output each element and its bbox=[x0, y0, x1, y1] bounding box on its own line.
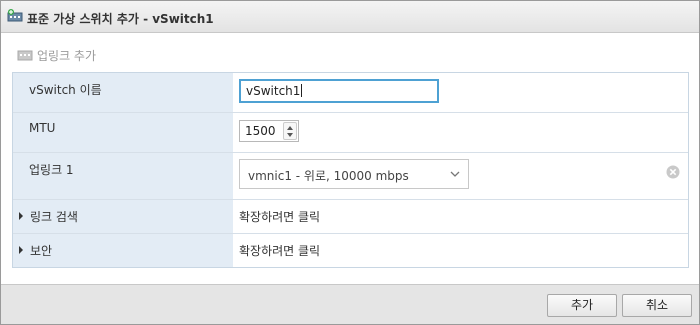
name-label: vSwitch 이름 bbox=[29, 83, 102, 97]
uplink1-label: 업링크 1 bbox=[29, 163, 74, 177]
security-value[interactable]: 확장하려면 클릭 bbox=[239, 242, 320, 259]
expand-caret-icon[interactable] bbox=[19, 212, 23, 220]
property-row-mtu: MTU 1500 bbox=[13, 113, 688, 153]
property-row-name: vSwitch 이름 vSwitch1 bbox=[13, 73, 688, 113]
vswitch-icon bbox=[7, 9, 23, 22]
dialog-title: 표준 가상 스위치 추가 - vSwitch1 bbox=[27, 12, 214, 26]
link-discovery-label: 링크 검색 bbox=[30, 210, 78, 224]
dialog-titlebar: 표준 가상 스위치 추가 - vSwitch1 bbox=[1, 1, 699, 33]
remove-uplink-icon[interactable] bbox=[666, 165, 680, 179]
spin-up-icon[interactable] bbox=[287, 126, 293, 130]
mtu-value: 1500 bbox=[245, 124, 276, 138]
uplink1-selected-value: vmnic1 - 위로, 10000 mbps bbox=[248, 169, 409, 183]
security-label: 보안 bbox=[30, 244, 53, 258]
cancel-button[interactable]: 취소 bbox=[622, 294, 692, 317]
add-uplink-icon bbox=[17, 50, 33, 61]
mtu-label: MTU bbox=[29, 121, 56, 135]
vswitch-name-input[interactable]: vSwitch1 bbox=[239, 79, 439, 103]
uplink1-select[interactable]: vmnic1 - 위로, 10000 mbps bbox=[239, 159, 469, 189]
add-standard-vswitch-dialog: 표준 가상 스위치 추가 - vSwitch1 업링크 추가 vSwitch 이… bbox=[0, 0, 700, 325]
expand-caret-icon[interactable] bbox=[19, 246, 23, 254]
link-discovery-value[interactable]: 확장하려면 클릭 bbox=[239, 208, 320, 225]
property-row-uplink1: 업링크 1 vmnic1 - 위로, 10000 mbps bbox=[13, 153, 688, 200]
add-button[interactable]: 추가 bbox=[547, 294, 617, 317]
mtu-stepper[interactable]: 1500 bbox=[239, 120, 299, 142]
add-uplink-button[interactable]: 업링크 추가 bbox=[17, 46, 96, 64]
mtu-spin-buttons[interactable] bbox=[283, 122, 297, 140]
vswitch-properties-grid: vSwitch 이름 vSwitch1 MTU 1500 업링크 1 vmnic… bbox=[12, 72, 689, 268]
property-row-security[interactable]: 보안 확장하려면 클릭 bbox=[13, 234, 688, 267]
dialog-footer: 추가 취소 bbox=[1, 284, 699, 324]
property-row-link-discovery[interactable]: 링크 검색 확장하려면 클릭 bbox=[13, 200, 688, 234]
chevron-down-icon bbox=[450, 171, 460, 177]
add-uplink-label: 업링크 추가 bbox=[37, 48, 97, 63]
spin-down-icon[interactable] bbox=[287, 133, 293, 137]
